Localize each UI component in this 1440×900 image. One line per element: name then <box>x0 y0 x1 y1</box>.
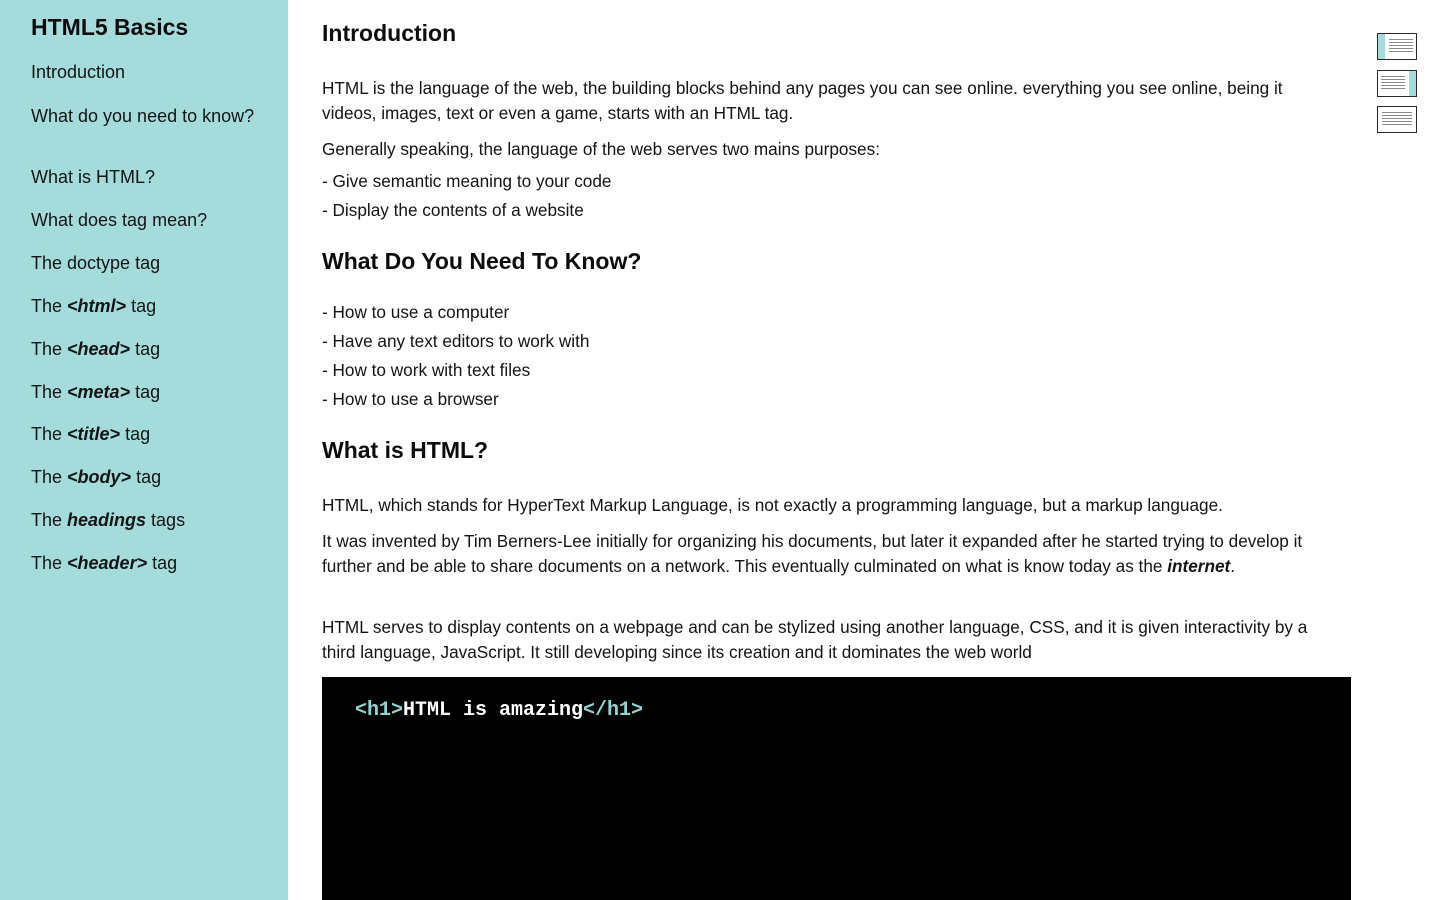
list-item: - How to work with text files <box>322 360 531 380</box>
sidebar-left-icon[interactable] <box>1377 33 1417 60</box>
section-heading: What Do You Need To Know? <box>322 248 642 274</box>
code-close-tag: </h1> <box>583 699 644 722</box>
sidebar-item-body-tag[interactable]: The <body> tag <box>31 468 266 487</box>
list-item: - How to use a browser <box>322 389 499 409</box>
main-content: Introduction HTML is the language of the… <box>322 0 1352 900</box>
sidebar-item-introduction[interactable]: Introduction <box>31 63 266 82</box>
sidebar-item-meta-tag[interactable]: The <meta> tag <box>31 383 266 402</box>
sidebar-right-icon[interactable] <box>1377 70 1417 97</box>
sidebar-item-what-is-html[interactable]: What is HTML? <box>31 168 266 187</box>
internet-emphasis: internet <box>1167 556 1231 576</box>
no-sidebar-icon[interactable] <box>1377 106 1417 133</box>
paragraph: HTML, which stands for HyperText Markup … <box>322 495 1223 515</box>
sidebar-item-what-does-tag-mean[interactable]: What does tag mean? <box>31 211 266 230</box>
paragraph: It was invented by Tim Berners-Lee initi… <box>322 531 1303 576</box>
sidebar-item-title-tag[interactable]: The <title> tag <box>31 425 266 444</box>
sidebar-item-html-tag[interactable]: The <html> tag <box>31 297 266 316</box>
list-item: - Give semantic meaning to your code <box>322 171 612 191</box>
section-heading: Introduction <box>322 20 457 46</box>
sidebar-item-doctype-tag[interactable]: The doctype tag <box>31 254 266 273</box>
sidebar-item-what-do-you-need[interactable]: What do you need to know? <box>31 107 266 126</box>
list-item: - How to use a computer <box>322 302 510 322</box>
paragraph: HTML serves to display contents on a web… <box>322 617 1308 662</box>
code-open-tag: <h1> <box>355 699 404 722</box>
list-item: - Have any text editors to work with <box>322 331 590 351</box>
nav-title: HTML5 Basics <box>31 14 189 40</box>
paragraph: Generally speaking, the language of the … <box>322 139 880 159</box>
section-heading: What is HTML? <box>322 437 489 463</box>
sidebar-item-header-tag[interactable]: The <header> tag <box>31 554 266 573</box>
code-text: HTML is amazing <box>403 699 584 722</box>
sidebar-nav: HTML5 Basics Introduction What do you ne… <box>0 0 288 900</box>
code-line: <h1>HTML is amazing</h1> <box>355 699 643 722</box>
sidebar-item-head-tag[interactable]: The <head> tag <box>31 340 266 359</box>
sidebar-item-headings-tags[interactable]: The headings tags <box>31 511 266 530</box>
list-item: - Display the contents of a website <box>322 200 584 220</box>
paragraph: HTML is the language of the web, the bui… <box>322 78 1283 123</box>
code-block: <h1>HTML is amazing</h1> <box>322 677 1351 900</box>
